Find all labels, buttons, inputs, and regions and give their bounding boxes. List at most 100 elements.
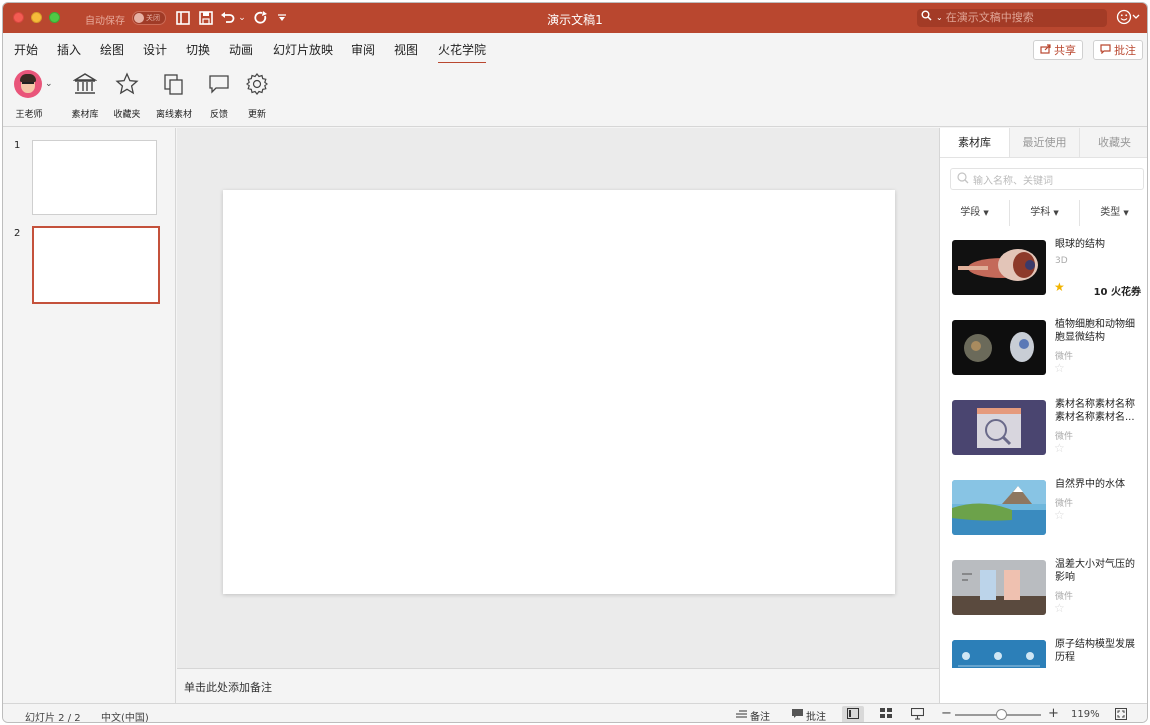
resource-thumbnail bbox=[952, 480, 1046, 535]
presentation-icon bbox=[910, 707, 925, 722]
fit-to-window-button[interactable] bbox=[1115, 708, 1127, 722]
autosave-toggle-label: 关闭 bbox=[146, 14, 160, 22]
comment-icon bbox=[1100, 43, 1111, 57]
ribbon-favorites-label: 收藏夹 bbox=[113, 110, 141, 120]
ribbon-favorites-button[interactable]: 收藏夹 bbox=[112, 69, 142, 120]
resource-item[interactable]: 眼球的结构 3D ★ 10 火花券 bbox=[940, 228, 1147, 308]
slide-thumbnail[interactable] bbox=[32, 140, 157, 215]
ribbon-tabs: 开始 插入 绘图 设计 切换 动画 幻灯片放映 审阅 视图 火花学院 共享 批注 bbox=[3, 33, 1147, 64]
ribbon-feedback-button[interactable]: 反馈 bbox=[204, 69, 234, 120]
comments-label: 批注 bbox=[1114, 44, 1136, 57]
library-icon bbox=[70, 69, 100, 99]
notes-placeholder: 单击此处添加备注 bbox=[184, 681, 272, 694]
search-dropdown-icon: ⌄ bbox=[936, 13, 943, 22]
zoom-out-button[interactable]: − bbox=[941, 706, 952, 721]
fit-window-icon bbox=[1115, 708, 1127, 722]
maximize-window-button[interactable] bbox=[49, 12, 60, 23]
tab-view[interactable]: 视图 bbox=[394, 41, 418, 58]
resource-title: 眼球的结构 bbox=[1055, 239, 1105, 250]
status-comments-button[interactable]: 批注 bbox=[792, 708, 826, 723]
minimize-window-button[interactable] bbox=[31, 12, 42, 23]
notes-button[interactable]: 备注 bbox=[736, 708, 770, 722]
ribbon-update-button[interactable]: 更新 bbox=[242, 69, 272, 120]
status-bar: 幻灯片 2 / 2 中文(中国) 备注 批注 − + 119% bbox=[3, 703, 1147, 723]
tab-insert[interactable]: 插入 bbox=[57, 41, 81, 58]
tab-draw[interactable]: 绘图 bbox=[100, 41, 124, 58]
filter-subject-dropdown[interactable]: 学科 ▼ bbox=[1009, 200, 1079, 226]
zoom-level[interactable]: 119% bbox=[1071, 709, 1100, 720]
slide-number: 2 bbox=[14, 228, 21, 239]
star-outline-icon[interactable]: ☆ bbox=[1054, 601, 1065, 615]
ribbon-user-button[interactable]: ⌄ 王老师 bbox=[14, 69, 58, 120]
tab-home[interactable]: 开始 bbox=[14, 41, 38, 58]
slide-number: 1 bbox=[14, 140, 21, 151]
slide-thumbnail-selected[interactable] bbox=[32, 226, 160, 304]
comments-button[interactable]: 批注 bbox=[1093, 40, 1143, 60]
chat-icon bbox=[204, 69, 234, 99]
normal-view-button[interactable] bbox=[842, 706, 864, 722]
ribbon-offline-button[interactable]: 离线素材 bbox=[156, 69, 192, 120]
filter-grade-dropdown[interactable]: 学段 ▼ bbox=[940, 200, 1009, 226]
star-outline-icon[interactable]: ☆ bbox=[1054, 441, 1065, 455]
status-comments-label: 批注 bbox=[806, 712, 826, 723]
save-icon[interactable] bbox=[198, 9, 214, 27]
redo-icon[interactable] bbox=[253, 9, 269, 27]
close-window-button[interactable] bbox=[13, 12, 24, 23]
ribbon-library-button[interactable]: 素材库 bbox=[70, 69, 100, 120]
copy-icon bbox=[159, 69, 189, 99]
sidebar-toggle-icon[interactable] bbox=[175, 9, 191, 27]
resource-item[interactable]: 原子结构模型发展历程 微件 bbox=[940, 628, 1147, 668]
language-indicator[interactable]: 中文(中国) bbox=[101, 709, 149, 722]
resource-item[interactable]: 植物细胞和动物细胞显微结构 微件 ☆ bbox=[940, 308, 1147, 388]
current-slide[interactable] bbox=[223, 190, 895, 594]
feedback-smiley-icon[interactable] bbox=[1116, 9, 1140, 29]
resource-item[interactable]: 温差大小对气压的影响 微件 ☆ bbox=[940, 548, 1147, 628]
zoom-slider-handle[interactable] bbox=[996, 709, 1007, 720]
tab-design[interactable]: 设计 bbox=[143, 41, 167, 58]
resource-filters: 学段 ▼ 学科 ▼ 类型 ▼ bbox=[940, 200, 1147, 226]
tab-huohua-academy[interactable]: 火花学院 bbox=[438, 41, 487, 64]
tab-favorites[interactable]: 收藏夹 bbox=[1079, 128, 1147, 157]
resource-title: 植物细胞和动物细胞显微结构 bbox=[1055, 319, 1135, 343]
resource-thumbnail bbox=[952, 320, 1046, 375]
tab-library[interactable]: 素材库 bbox=[940, 128, 1009, 157]
ribbon-library-label: 素材库 bbox=[71, 110, 99, 120]
notes-pane[interactable]: 单击此处添加备注 bbox=[177, 668, 939, 703]
tab-transitions[interactable]: 切换 bbox=[186, 41, 210, 58]
resource-panel: 素材库 最近使用 收藏夹 输入名称、关键词 学段 ▼ 学科 ▼ 类型 ▼ 眼球的… bbox=[939, 128, 1147, 703]
app-window: 自动保存 关闭 ⌄ 演示文稿1 ⌄ 在演示文稿中搜索 开始 插入 绘图 设计 切… bbox=[2, 2, 1148, 723]
undo-dropdown-icon[interactable]: ⌄ bbox=[237, 9, 247, 27]
customize-toolbar-icon[interactable] bbox=[277, 9, 287, 27]
resource-thumbnail bbox=[952, 560, 1046, 615]
grid-icon bbox=[880, 708, 892, 722]
resource-title: 温差大小对气压的影响 bbox=[1055, 559, 1135, 583]
resource-item[interactable]: 素材名称素材名称素材名称素材名... 微件 ☆ bbox=[940, 388, 1147, 468]
resource-search-input[interactable]: 输入名称、关键词 bbox=[950, 168, 1144, 190]
star-outline-icon[interactable]: ☆ bbox=[1054, 508, 1065, 522]
autosave-toggle[interactable]: 关闭 bbox=[132, 11, 166, 25]
caret-down-icon: ▼ bbox=[983, 209, 989, 217]
tab-review[interactable]: 审阅 bbox=[351, 41, 375, 58]
share-button[interactable]: 共享 bbox=[1033, 40, 1083, 60]
normal-view-icon bbox=[847, 707, 859, 722]
resource-thumbnail bbox=[952, 240, 1046, 295]
document-search-input[interactable]: ⌄ 在演示文稿中搜索 bbox=[917, 9, 1107, 27]
slide-sorter-button[interactable] bbox=[880, 708, 892, 722]
tab-slideshow[interactable]: 幻灯片放映 bbox=[273, 41, 333, 58]
filter-type-dropdown[interactable]: 类型 ▼ bbox=[1079, 200, 1147, 226]
filter-type-label: 类型 bbox=[1100, 207, 1121, 218]
presenter-view-button[interactable] bbox=[910, 707, 925, 722]
undo-icon[interactable] bbox=[219, 9, 235, 27]
user-avatar-group: ⌄ bbox=[14, 69, 58, 99]
resource-item[interactable]: 自然界中的水体 微件 ☆ bbox=[940, 468, 1147, 548]
ribbon-offline-label: 离线素材 bbox=[156, 110, 193, 120]
share-icon bbox=[1040, 43, 1051, 57]
resource-thumbnail bbox=[952, 640, 1046, 668]
zoom-in-button[interactable]: + bbox=[1048, 706, 1059, 721]
star-filled-icon[interactable]: ★ bbox=[1054, 280, 1065, 294]
tab-recent[interactable]: 最近使用 bbox=[1009, 128, 1079, 157]
tab-animations[interactable]: 动画 bbox=[229, 41, 253, 58]
star-outline-icon[interactable]: ☆ bbox=[1054, 361, 1065, 375]
star-icon bbox=[112, 69, 142, 99]
resource-tabs: 素材库 最近使用 收藏夹 bbox=[940, 128, 1147, 158]
